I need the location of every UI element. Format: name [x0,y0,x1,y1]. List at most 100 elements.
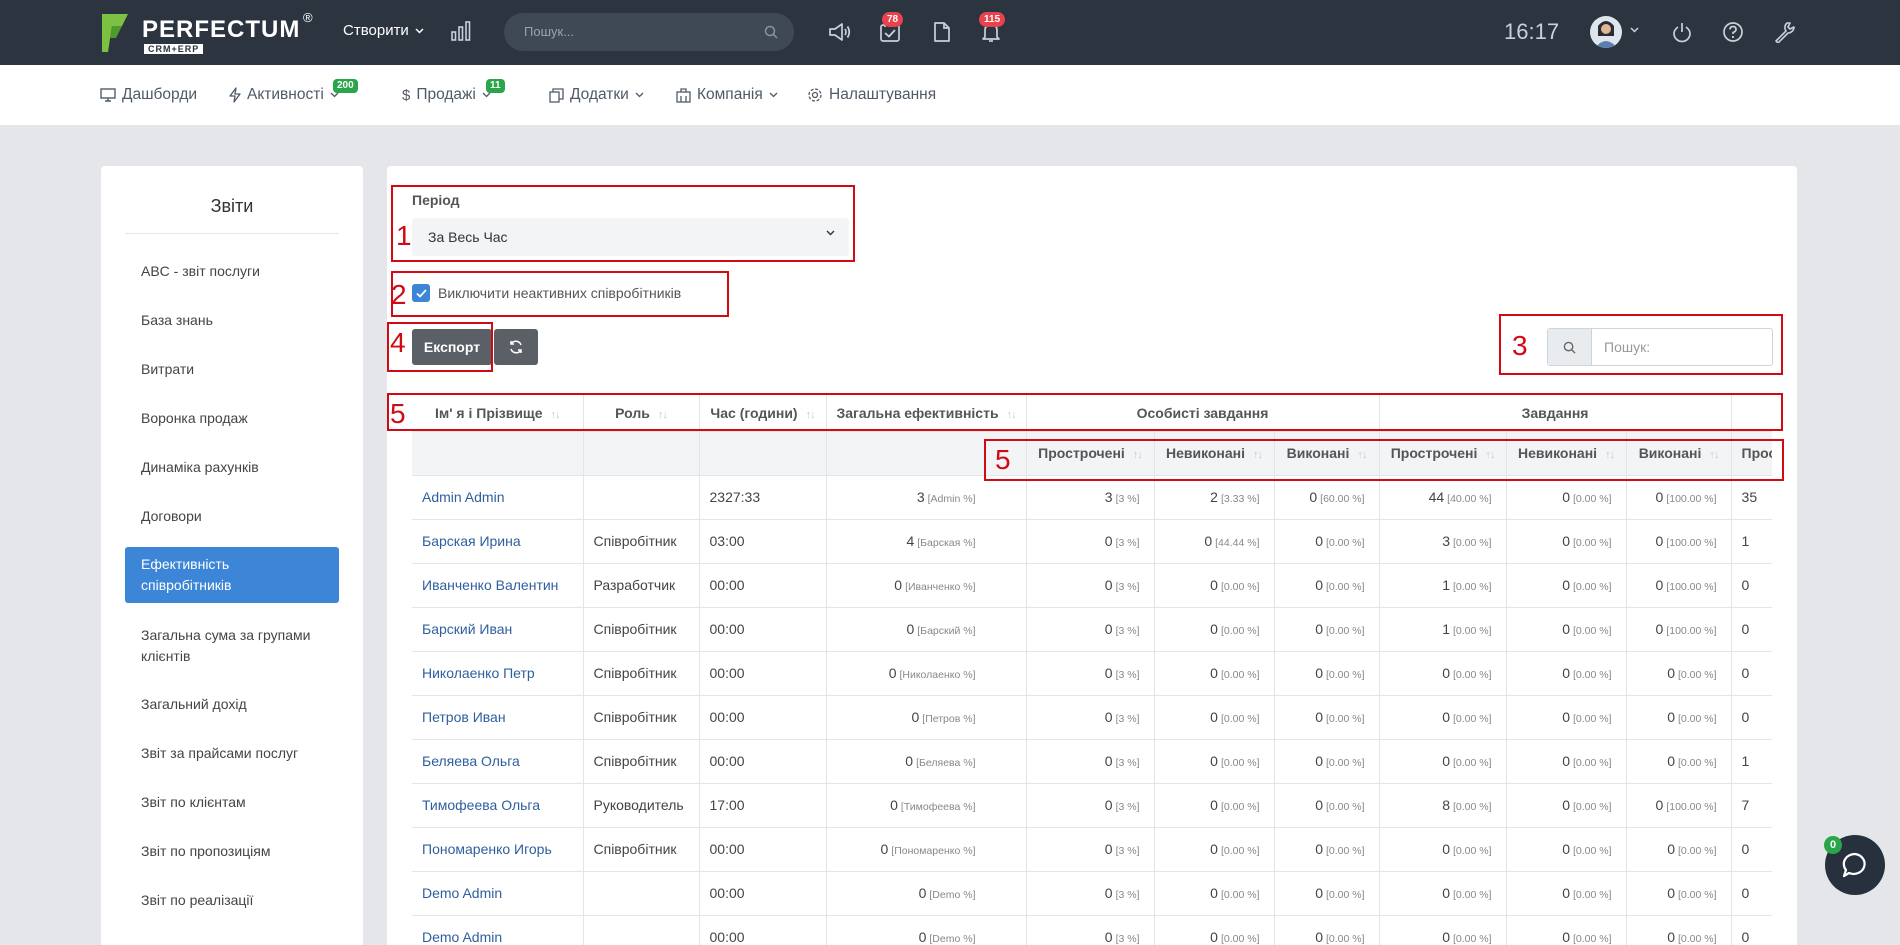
sidebar-item-employee-efficiency[interactable]: Ефективність співробітників [125,547,339,603]
employee-name-link[interactable]: Николаенко Петр [412,651,584,696]
metric-cell: 0 [100.00 %] [1626,607,1732,652]
sidebar-item-abc[interactable]: ABC - звіт послуги [125,261,339,282]
wrench-icon[interactable] [1773,21,1795,43]
metric-cell: 0 [3 %] [1026,739,1155,784]
logo-registered: ® [303,10,313,25]
refresh-icon [510,340,522,354]
avatar[interactable] [1590,16,1622,48]
efficiency-value: 0 [894,577,903,593]
nav-item-activities[interactable]: Активності [229,86,339,104]
metric-value: 0 [1104,753,1113,769]
metric-value: 0 [1315,797,1323,813]
metric-cell: 0 [0.00 %] [1274,519,1380,564]
table-row: Барский Иван Співробітник 00:00 0 [Барский %… [412,607,1772,652]
employee-efficiency: 0 [Demo %] [826,915,1027,945]
metric-value: 0 [1667,665,1675,681]
sidebar-item-clients-report[interactable]: Звіт по клієнтам [125,792,339,813]
metric-cell: 0 [100.00 %] [1626,475,1732,520]
sidebar-item-client-groups-total[interactable]: Загальна сума за групами клієнтів [125,625,339,667]
metric-percent: [0.00 %] [1678,889,1717,901]
sidebar-item-invoices-dynamics[interactable]: Динаміка рахунків [125,457,339,478]
efficiency-value: 4 [906,533,915,549]
sidebar-item-price-list-report[interactable]: Звіт за прайсами послуг [125,743,339,764]
employee-efficiency: 3 [Admin %] [826,475,1027,520]
employee-name-link[interactable]: Тимофеева Ольга [412,783,584,828]
metric-percent: [0.00 %] [1678,669,1717,681]
table-row: Demo Admin 00:00 0 [Demo %] 0 [3 %] 0 [0.00 %] 0… [412,871,1772,916]
metric-value: 0 [1315,621,1323,637]
metric-percent: [0.00 %] [1220,581,1260,593]
employee-efficiency: 0 [Demo %] [826,871,1027,916]
metric-percent: [0.00 %] [1326,757,1365,769]
sidebar-item-contracts[interactable]: Договори [125,506,339,527]
employee-hours: 00:00 [699,651,827,696]
metric-value: 0 [1562,753,1570,769]
metric-value: 0 [1104,533,1113,549]
help-icon[interactable] [1722,21,1744,43]
employee-name-link[interactable]: Беляева Ольга [412,739,584,784]
nav-item-addons[interactable]: Додатки [549,86,644,104]
metric-value: 0 [1741,929,1750,945]
nav-item-sales[interactable]: $ Продажі [402,86,491,104]
employee-name-link[interactable]: Пономаренко Игорь [412,827,584,872]
sidebar-item-knowledge-base[interactable]: База знань [125,310,339,331]
metric-cell: 0 [0.00 %] [1154,915,1275,945]
nav-item-settings[interactable]: Налаштування [807,86,936,104]
copy-icon [549,87,564,103]
metric-cell: 3 [3 %] [1026,475,1155,520]
efficiency-note: [Барский %] [917,625,976,637]
dollar-icon: $ [402,86,411,104]
logo[interactable]: PERFECTUM ® CRM+ERP [100,10,320,56]
metric-percent: [0.00 %] [1220,933,1260,945]
employee-efficiency: 0 [Николаенко %] [826,651,1027,696]
nav-item-dashboards[interactable]: Дашборди [100,86,197,104]
employee-name-link[interactable]: Иванченко Валентин [412,563,584,608]
efficiency-note: [Беляева %] [916,757,976,769]
employee-name-link[interactable]: Барский Иван [412,607,584,652]
metric-cell: 0 [3 %] [1026,871,1155,916]
sidebar-item-expenses[interactable]: Витрати [125,359,339,380]
sidebar-item-proposals-report[interactable]: Звіт по пропозиціям [125,841,339,862]
sidebar-item-realization-report[interactable]: Звіт по реалізації [125,890,339,911]
employee-name-link[interactable]: Demo Admin [412,871,584,916]
metric-cell: 0 [0.00 %] [1379,739,1507,784]
metric-cell: 0 [100.00 %] [1626,563,1732,608]
metric-cell: 0 [0.00 %] [1626,827,1732,872]
global-search-input[interactable] [524,24,754,39]
metric-percent: [3.33 %] [1220,493,1260,505]
global-search[interactable] [504,13,794,51]
megaphone-icon[interactable] [828,21,852,43]
nav-item-company[interactable]: Компанія [676,86,778,104]
employee-name-link[interactable]: Петров Иван [412,695,584,740]
efficiency-note: [Николаенко %] [899,669,976,681]
employee-name-link[interactable]: Барская Ирина [412,519,584,564]
annotation-number-1: 1 [396,220,412,251]
refresh-button[interactable] [494,329,538,365]
annotation-box-5b [984,439,1784,481]
metric-percent: [0.00 %] [1678,933,1717,945]
metric-percent: [3 %] [1115,757,1140,769]
metric-percent: [3 %] [1115,581,1140,593]
document-icon[interactable] [932,21,952,43]
sidebar-item-total-income[interactable]: Загальний дохід [125,694,339,715]
metric-percent: [3 %] [1115,713,1140,725]
metric-cell: 1 [1731,739,1772,784]
metric-value: 0 [1667,709,1675,725]
metric-cell: 0 [0.00 %] [1626,915,1732,945]
power-icon[interactable] [1671,21,1693,43]
metric-value: 0 [1210,753,1218,769]
metric-value: 0 [1442,709,1450,725]
employee-name-link[interactable]: Demo Admin [412,915,584,945]
chevron-down-icon[interactable] [1630,27,1639,33]
employee-role: Співробітник [583,607,700,652]
metric-value: 0 [1655,489,1664,505]
bar-chart-icon[interactable] [450,20,472,42]
sidebar-item-sales-funnel[interactable]: Воронка продаж [125,408,339,429]
create-button[interactable]: Створити [343,22,424,39]
metric-cell: 0 [0.00 %] [1506,651,1627,696]
employee-name-link[interactable]: Admin Admin [412,475,584,520]
metric-cell: 0 [0.00 %] [1154,739,1275,784]
metric-percent: [0.00 %] [1453,757,1492,769]
annotation-number-2: 2 [391,279,407,310]
metric-cell: 1 [0.00 %] [1379,563,1507,608]
